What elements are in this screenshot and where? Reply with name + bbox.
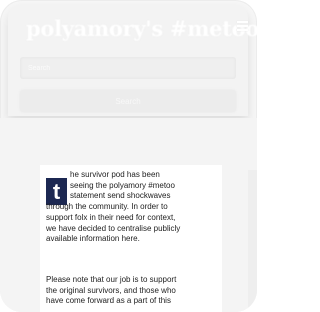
text-line: we have decided to centralise publicly xyxy=(46,223,181,233)
hamburger-menu-icon[interactable] xyxy=(237,21,248,31)
article-card: t he survivor pod has been seeing the po… xyxy=(40,165,222,312)
article-paragraph-2: Please note that our job is to support t… xyxy=(46,275,222,307)
text-line: he survivor pod has been xyxy=(70,170,160,179)
text-line: the original survivors, and those who xyxy=(46,285,176,295)
text-line: statement send shockwaves xyxy=(70,191,171,201)
site-title[interactable]: polyamory's #metoo xyxy=(26,16,257,41)
phone-frame: polyamory's #metoo Search t he survivor … xyxy=(0,0,257,312)
text-line: through the community. In order to xyxy=(46,202,168,212)
article-paragraph-1: he survivor pod has been seeing the poly… xyxy=(46,170,222,245)
text-line: have come forward as a part of this xyxy=(46,296,171,306)
menu-bar xyxy=(237,21,248,23)
search-button[interactable]: Search xyxy=(20,90,236,112)
text-line: seeing the polyamory #metoo xyxy=(70,180,175,190)
menu-bar xyxy=(237,25,248,27)
text-line: Please note that our job is to support xyxy=(46,275,177,284)
text-line: available information here. xyxy=(46,234,140,244)
scroll-edge xyxy=(248,170,257,310)
search-input[interactable] xyxy=(20,57,236,79)
text-line: support folx in their need for context, xyxy=(46,212,176,222)
menu-bar xyxy=(237,29,248,31)
